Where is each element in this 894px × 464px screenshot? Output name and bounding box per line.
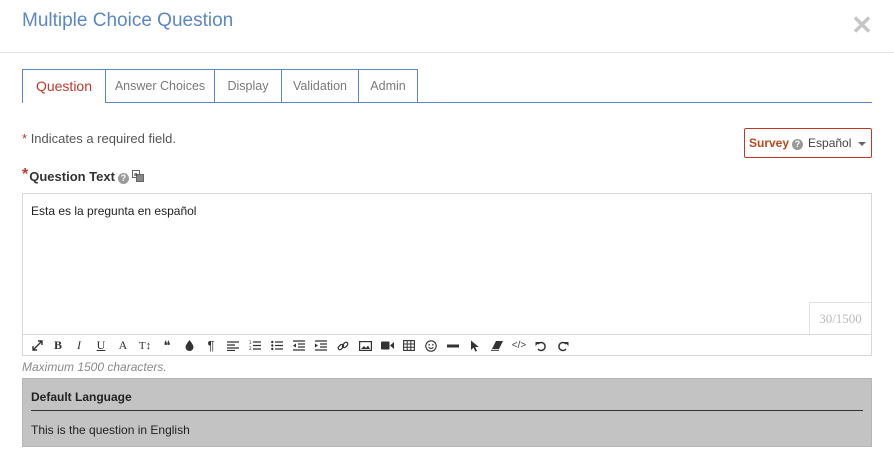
required-star: * [22, 131, 28, 146]
fullscreen-icon[interactable] [28, 337, 46, 354]
underline-icon[interactable]: U [92, 337, 110, 354]
question-text-label-text: Question Text [29, 169, 115, 184]
code-view-icon[interactable]: </> [510, 337, 528, 354]
font-size-icon[interactable]: T↕ [136, 337, 154, 354]
svg-text:1: 1 [249, 340, 252, 345]
required-note: * Indicates a required field. [22, 131, 176, 146]
editor-toolbar: B I U A T↕ ❝ ¶ 12 </> [22, 334, 872, 356]
dialog-title: Multiple Choice Question [22, 10, 234, 31]
link-icon[interactable] [334, 337, 352, 354]
emoticon-icon[interactable] [422, 337, 440, 354]
question-text-value[interactable]: Esta es la pregunta en español [31, 204, 196, 218]
translate-icon[interactable]: a [131, 170, 144, 185]
divider [31, 410, 863, 411]
selected-language: Español [808, 136, 852, 150]
tab-bar: Question Answer Choices Display Validati… [22, 69, 872, 103]
survey-label: Survey [749, 136, 790, 150]
tab-admin[interactable]: Admin [358, 69, 418, 102]
tab-validation[interactable]: Validation [281, 69, 359, 102]
bold-icon[interactable]: B [49, 337, 67, 354]
italic-icon[interactable]: I [70, 337, 88, 354]
align-icon[interactable] [224, 337, 242, 354]
unordered-list-icon[interactable] [268, 337, 286, 354]
paragraph-icon[interactable]: ¶ [202, 337, 220, 354]
svg-text:a: a [134, 172, 137, 178]
close-icon[interactable]: ✕ [850, 11, 874, 39]
language-selector[interactable]: Survey? Español [744, 128, 872, 158]
indent-icon[interactable] [312, 337, 330, 354]
tab-display[interactable]: Display [214, 69, 282, 102]
default-language-title: Default Language [31, 390, 132, 404]
required-star: * [22, 166, 29, 183]
max-characters-note: Maximum 1500 characters. [22, 360, 167, 374]
default-language-panel: Default Language This is the question in… [22, 378, 872, 447]
tab-question[interactable]: Question [22, 69, 106, 103]
outdent-icon[interactable] [290, 337, 308, 354]
help-icon[interactable]: ? [792, 139, 804, 150]
clear-formatting-icon[interactable] [488, 337, 506, 354]
tab-answer-choices[interactable]: Answer Choices [105, 69, 215, 102]
horizontal-rule-icon[interactable] [444, 337, 462, 354]
color-icon[interactable] [180, 337, 198, 354]
font-icon[interactable]: A [114, 337, 132, 354]
redo-icon[interactable] [554, 337, 572, 354]
chevron-down-icon [858, 142, 866, 146]
image-icon[interactable] [356, 337, 374, 354]
dialog-header: Multiple Choice Question ✕ [0, 0, 894, 53]
question-text-editor[interactable]: Esta es la pregunta en español 30/1500 [22, 193, 872, 335]
table-icon[interactable] [400, 337, 418, 354]
default-language-text: This is the question in English [31, 423, 190, 437]
svg-text:2: 2 [249, 346, 252, 351]
ordered-list-icon[interactable]: 12 [246, 337, 264, 354]
help-icon[interactable]: ? [117, 173, 129, 184]
required-note-text: Indicates a required field. [30, 131, 176, 146]
undo-icon[interactable] [532, 337, 550, 354]
character-counter: 30/1500 [809, 302, 871, 334]
quote-icon[interactable]: ❝ [158, 337, 176, 354]
question-text-label: *Question Text? a [22, 166, 144, 186]
select-all-icon[interactable] [466, 337, 484, 354]
video-icon[interactable] [378, 337, 396, 354]
